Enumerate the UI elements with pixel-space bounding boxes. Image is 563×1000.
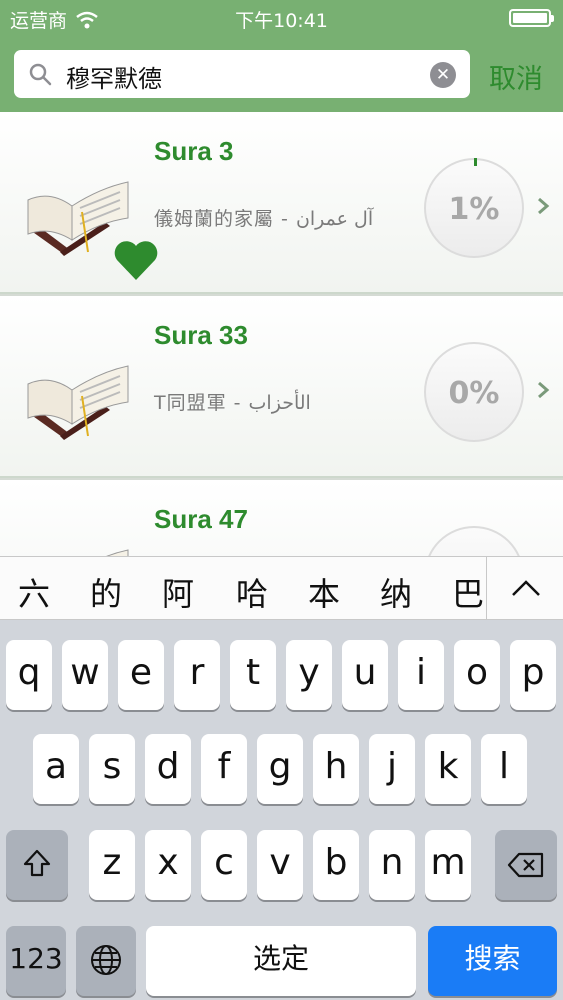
clear-icon[interactable]: ✕ [430, 62, 456, 88]
progress-ring [424, 526, 524, 556]
key-e[interactable]: e [118, 640, 164, 710]
sura-subtitle: T同盟軍 - الأحزاب [154, 392, 311, 414]
candidate-word[interactable]: 纳 [380, 569, 412, 615]
key-y[interactable]: y [286, 640, 332, 710]
key-q[interactable]: q [6, 640, 52, 710]
sura-row[interactable]: Sura 33 T同盟軍 - الأحزاب 0% [0, 296, 563, 478]
header: 运营商 下午10:41 穆罕默德 ✕ 取消 [0, 0, 563, 112]
sura-title: Sura 47 [154, 504, 248, 534]
status-bar: 运营商 下午10:41 [0, 0, 563, 36]
battery-icon [509, 9, 554, 27]
key-c[interactable]: c [201, 830, 247, 900]
key-l[interactable]: l [481, 734, 527, 804]
delete-key[interactable] [495, 830, 557, 900]
sura-title: Sura 33 [154, 320, 248, 350]
key-o[interactable]: o [454, 640, 500, 710]
globe-key[interactable] [76, 926, 136, 996]
candidate-word[interactable]: 阿 [162, 569, 194, 615]
sura-subtitle: 儀姆蘭的家屬 - آل عمران [154, 208, 374, 230]
backspace-icon [507, 852, 544, 878]
expand-candidates-button[interactable] [486, 557, 563, 620]
candidate-word[interactable]: 的 [90, 569, 122, 615]
key-s[interactable]: s [89, 734, 135, 804]
key-h[interactable]: h [313, 734, 359, 804]
key-v[interactable]: v [257, 830, 303, 900]
progress-tick [474, 158, 477, 166]
search-query-text[interactable]: 穆罕默德 [66, 59, 162, 94]
key-g[interactable]: g [257, 734, 303, 804]
key-b[interactable]: b [313, 830, 359, 900]
space-key[interactable]: 选定 [146, 926, 416, 996]
progress-percent: 1% [448, 192, 500, 227]
search-icon [29, 63, 52, 86]
key-k[interactable]: k [425, 734, 471, 804]
progress-ring: 1% [424, 158, 524, 258]
chevron-right-icon [538, 197, 550, 215]
key-d[interactable]: d [145, 734, 191, 804]
key-t[interactable]: t [230, 640, 276, 710]
quran-book-icon [106, 549, 129, 556]
shift-key[interactable] [6, 830, 68, 900]
heart-icon[interactable] [112, 238, 160, 282]
candidate-word[interactable]: 本 [308, 569, 340, 615]
candidate-word[interactable]: 巴 [452, 569, 484, 615]
key-m[interactable]: m [425, 830, 471, 900]
key-z[interactable]: z [89, 830, 135, 900]
key-n[interactable]: n [369, 830, 415, 900]
quran-book-icon [27, 365, 129, 440]
numbers-key[interactable]: 123 [6, 926, 66, 996]
key-p[interactable]: p [510, 640, 556, 710]
sura-row[interactable]: Sura 47 [0, 480, 563, 556]
shift-icon [23, 849, 51, 877]
progress-percent: 0% [448, 376, 500, 411]
progress-ring: 0% [424, 342, 524, 442]
globe-icon [91, 945, 121, 975]
key-u[interactable]: u [342, 640, 388, 710]
status-time: 下午10:41 [235, 10, 328, 32]
key-x[interactable]: x [145, 830, 191, 900]
search-return-key[interactable]: 搜索 [428, 926, 557, 996]
candidate-bar: 六 的 阿 哈 本 纳 巴 [0, 556, 563, 620]
key-a[interactable]: a [33, 734, 79, 804]
key-j[interactable]: j [369, 734, 415, 804]
key-r[interactable]: r [174, 640, 220, 710]
sura-row[interactable]: Sura 3 儀姆蘭的家屬 - آل عمران 1% [0, 112, 563, 294]
sura-title: Sura 3 [154, 136, 234, 166]
sura-list: Sura 3 儀姆蘭的家屬 - آل عمران 1% Sura 33 T同盟軍… [0, 112, 563, 556]
keyboard: q w e r t y u i o p a s d f g h j k l z … [0, 620, 563, 1000]
search-field[interactable]: 穆罕默德 ✕ [14, 50, 470, 98]
cancel-button[interactable]: 取消 [489, 57, 543, 96]
chevron-up-icon [512, 580, 540, 596]
key-i[interactable]: i [398, 640, 444, 710]
candidate-word[interactable]: 六 [18, 569, 50, 615]
chevron-right-icon [538, 381, 550, 399]
candidate-word[interactable]: 哈 [236, 569, 268, 615]
key-w[interactable]: w [62, 640, 108, 710]
key-f[interactable]: f [201, 734, 247, 804]
